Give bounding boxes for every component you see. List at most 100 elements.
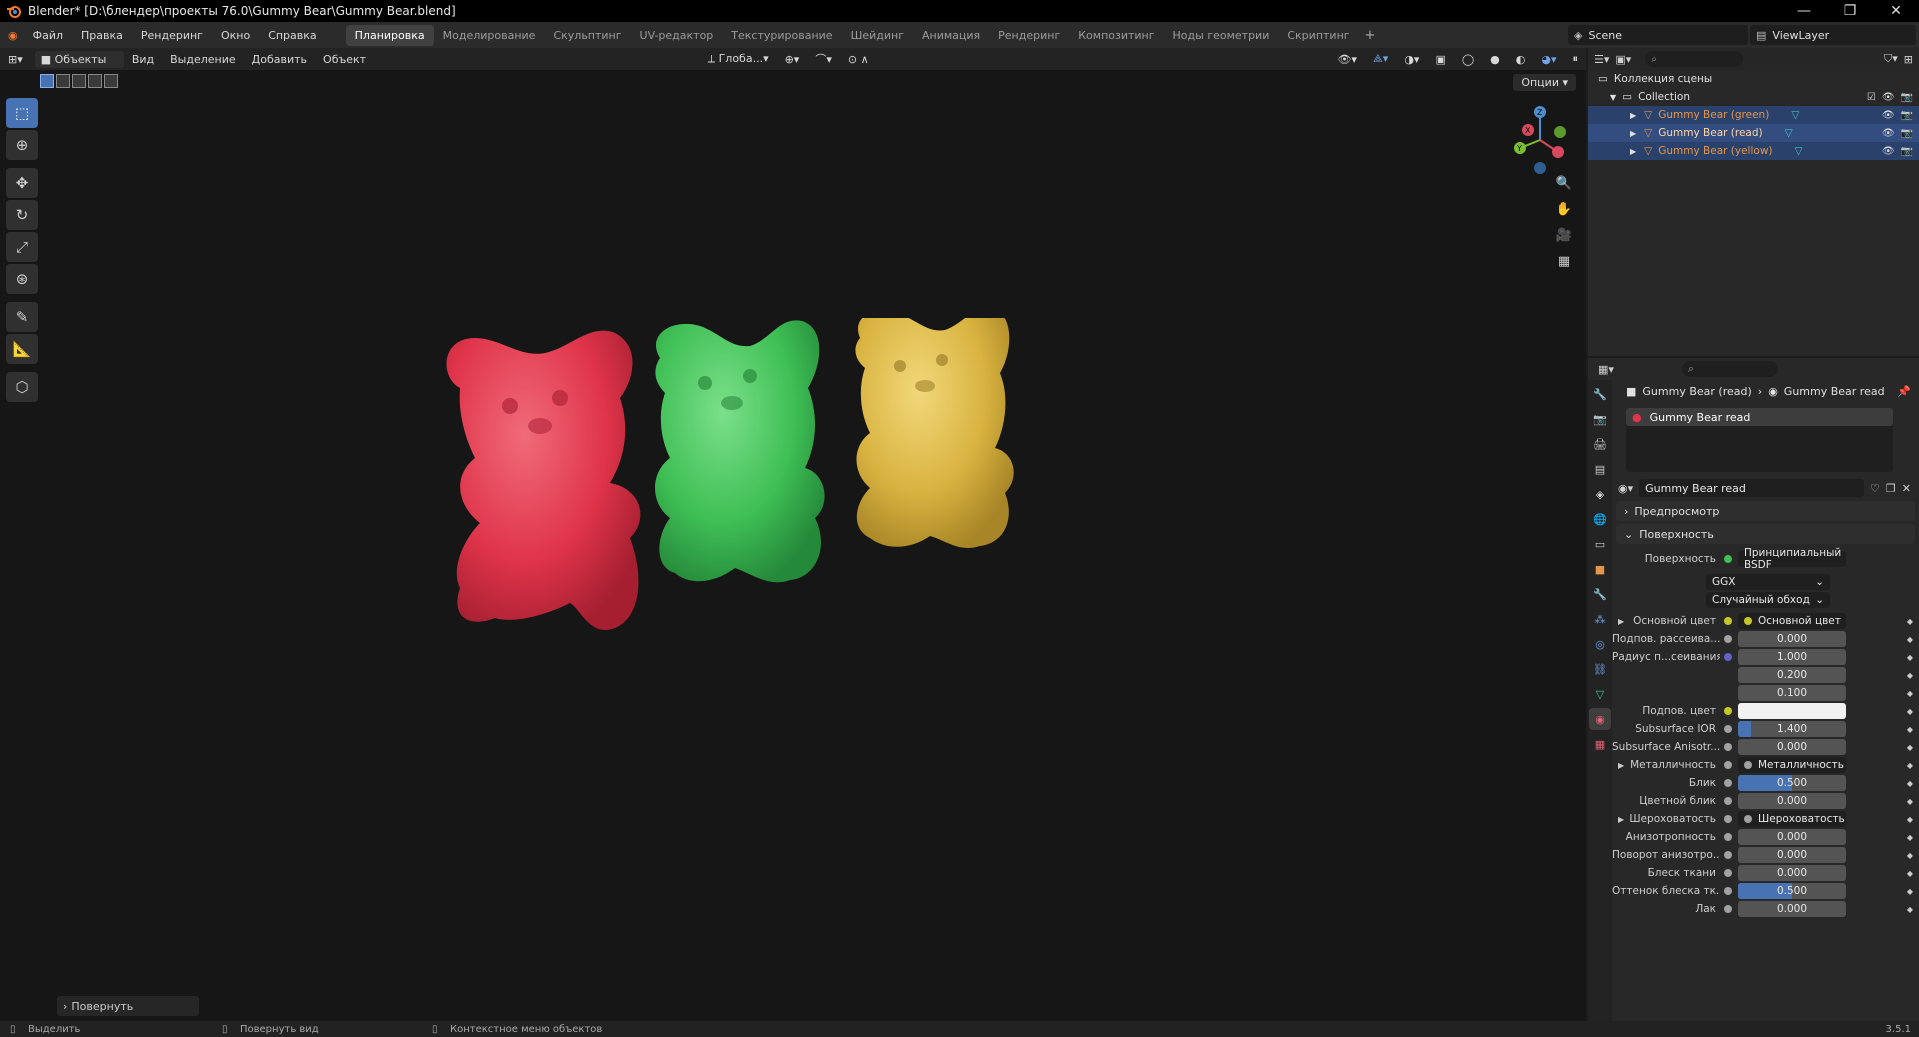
material-browse-icon[interactable]: ◉▾ <box>1618 482 1633 495</box>
eye-icon[interactable]: 👁 <box>1882 110 1895 121</box>
menu-select[interactable]: Выделение <box>162 53 244 66</box>
number-field[interactable]: 0.000 <box>1738 865 1846 881</box>
eye-icon[interactable]: 👁 <box>1882 128 1895 139</box>
texture-tab-icon[interactable]: ▦ <box>1589 733 1611 755</box>
menu-file[interactable]: Файл <box>24 29 72 42</box>
expand-icon[interactable]: ▶ <box>1618 617 1624 626</box>
tab-compositing[interactable]: Композитинг <box>1069 25 1163 46</box>
scene-selector[interactable]: ◈ Scene <box>1568 25 1748 45</box>
camera-icon[interactable]: 📷 <box>1901 110 1913 121</box>
data-tab-icon[interactable]: ▽ <box>1589 683 1611 705</box>
pause-icon[interactable]: ⏸ <box>1565 52 1587 66</box>
menu-edit[interactable]: Правка <box>72 29 132 42</box>
socket-icon[interactable] <box>1724 653 1732 661</box>
color-field[interactable] <box>1738 703 1846 719</box>
select-box-tool-icon[interactable]: ⬚ <box>6 98 38 128</box>
number-field[interactable]: 1.000 <box>1738 649 1846 665</box>
pivot-icon[interactable]: ⊕▾ <box>777 53 808 66</box>
tab-layout[interactable]: Планировка <box>345 24 434 46</box>
modifier-tab-icon[interactable]: 🔧 <box>1589 583 1611 605</box>
move-tool-icon[interactable]: ✥ <box>6 168 38 198</box>
camera-icon[interactable]: 📷 <box>1901 128 1913 139</box>
menu-view[interactable]: Вид <box>124 53 162 66</box>
number-field[interactable]: 0.000 <box>1738 901 1846 917</box>
3d-viewport[interactable]: ⊞▾ ■ Объекты Вид Выделение Добавить Объе… <box>0 48 1586 1021</box>
socket-icon[interactable] <box>1724 725 1732 733</box>
grid-perspective-icon[interactable]: ▦ <box>1553 250 1575 272</box>
tab-uv-editing[interactable]: UV-редактор <box>631 25 723 46</box>
linked-input-field[interactable]: Металличность <box>1738 757 1846 773</box>
number-field[interactable]: 0.000 <box>1738 793 1846 809</box>
expand-icon[interactable]: ▶ <box>1630 129 1636 138</box>
outliner-editor-type-icon[interactable]: ☰▾ <box>1594 53 1609 66</box>
expand-icon[interactable]: ▶ <box>1618 761 1624 770</box>
blender-menu-icon[interactable]: ◉ <box>0 29 24 42</box>
linked-input-field[interactable]: Шероховатость <box>1738 811 1846 827</box>
number-field[interactable]: 0.100 <box>1738 685 1846 701</box>
select-intersect-icon[interactable] <box>104 74 118 88</box>
number-field[interactable]: 0.000 <box>1738 631 1846 647</box>
outliner-row-collection[interactable]: ▼ ▭ Collection ☑ 👁 📷 <box>1588 88 1919 106</box>
rendered-shading-icon[interactable]: ◕▾ <box>1533 53 1564 66</box>
menu-help[interactable]: Справка <box>259 29 325 42</box>
fake-user-icon[interactable]: ♡ <box>1870 482 1880 495</box>
socket-icon[interactable] <box>1724 635 1732 643</box>
green-gummy-bear[interactable] <box>655 320 825 583</box>
transform-orientation-selector[interactable]: ⟂ Глоба...▾ <box>700 52 777 66</box>
keyframe-dot-icon[interactable]: ◆ <box>1907 779 1913 788</box>
socket-icon[interactable] <box>1724 833 1732 841</box>
particles-tab-icon[interactable]: ⁂ <box>1589 608 1611 630</box>
display-mode-icon[interactable]: ▣▾ <box>1615 53 1631 66</box>
camera-icon[interactable]: 📷 <box>1901 92 1913 103</box>
outliner-row-gummy-bear-yellow[interactable]: ▶ ▽ Gummy Bear (yellow) ▽ 👁 📷 <box>1588 142 1919 160</box>
socket-icon[interactable] <box>1724 815 1732 823</box>
world-tab-icon[interactable]: 🌐 <box>1589 508 1611 530</box>
mode-selector[interactable]: ■ Объекты <box>34 50 124 68</box>
options-dropdown[interactable]: Опции ▾ <box>1513 74 1576 91</box>
number-field[interactable]: 0.000 <box>1738 847 1846 863</box>
expand-icon[interactable]: ▶ <box>1630 147 1636 156</box>
view-layer-selector[interactable]: ▤ ViewLayer <box>1750 25 1916 45</box>
socket-icon[interactable] <box>1724 851 1732 859</box>
keyframe-dot-icon[interactable]: ◆ <box>1907 815 1913 824</box>
number-field[interactable]: 0.500 <box>1738 883 1846 899</box>
pin-icon[interactable]: 📌 <box>1897 385 1911 398</box>
eye-icon[interactable]: 👁 <box>1882 92 1895 103</box>
material-slot-list[interactable]: ● Gummy Bear read <box>1626 408 1893 472</box>
new-collection-icon[interactable]: ⊞ <box>1904 53 1913 66</box>
menu-object[interactable]: Объект <box>315 53 374 66</box>
keyframe-dot-icon[interactable]: ◆ <box>1907 761 1913 770</box>
keyframe-dot-icon[interactable]: ◆ <box>1907 833 1913 842</box>
keyframe-dot-icon[interactable]: ◆ <box>1907 653 1913 662</box>
object-tab-icon[interactable]: ■ <box>1589 558 1611 580</box>
scene-tab-icon[interactable]: ◈ <box>1589 483 1611 505</box>
keyframe-dot-icon[interactable]: ◆ <box>1907 617 1913 626</box>
scale-tool-icon[interactable]: ⤢ <box>6 232 38 262</box>
checkbox-icon[interactable]: ☑ <box>1867 92 1876 103</box>
keyframe-dot-icon[interactable]: ◆ <box>1907 851 1913 860</box>
socket-icon[interactable] <box>1724 869 1732 877</box>
cursor-tool-icon[interactable]: ⊕ <box>6 130 38 160</box>
expand-icon[interactable]: ▼ <box>1610 93 1616 102</box>
socket-icon[interactable] <box>1724 743 1732 751</box>
tool-tab-icon[interactable]: 🔧 <box>1589 383 1611 405</box>
keyframe-dot-icon[interactable]: ◆ <box>1907 743 1913 752</box>
linked-input-field[interactable]: Основной цвет <box>1738 613 1846 629</box>
keyframe-dot-icon[interactable]: ◆ <box>1907 689 1913 698</box>
outliner-row-gummy-bear-read[interactable]: ▶ ▽ Gummy Bear (read) ▽ 👁 📷 <box>1588 124 1919 142</box>
red-gummy-bear[interactable] <box>446 330 641 631</box>
number-field[interactable]: 0.000 <box>1738 829 1846 845</box>
collection-tab-icon[interactable]: ▭ <box>1589 533 1611 555</box>
surface-shader-selector[interactable]: Принципиальный BSDF <box>1738 547 1846 571</box>
keyframe-dot-icon[interactable]: ◆ <box>1907 905 1913 914</box>
material-tab-icon[interactable]: ◉ <box>1589 708 1611 730</box>
material-shading-icon[interactable]: ◐ <box>1508 53 1534 66</box>
unlink-material-icon[interactable]: ✕ <box>1902 482 1911 495</box>
yellow-gummy-bear[interactable] <box>855 318 1014 548</box>
keyframe-dot-icon[interactable]: ◆ <box>1907 887 1913 896</box>
preview-panel-header[interactable]: › Предпросмотр <box>1616 501 1915 521</box>
tab-texture-paint[interactable]: Текстурирование <box>722 25 841 46</box>
close-button[interactable]: ✕ <box>1873 0 1919 22</box>
wireframe-shading-icon[interactable]: ◯ <box>1454 53 1482 66</box>
physics-tab-icon[interactable]: ◎ <box>1589 633 1611 655</box>
